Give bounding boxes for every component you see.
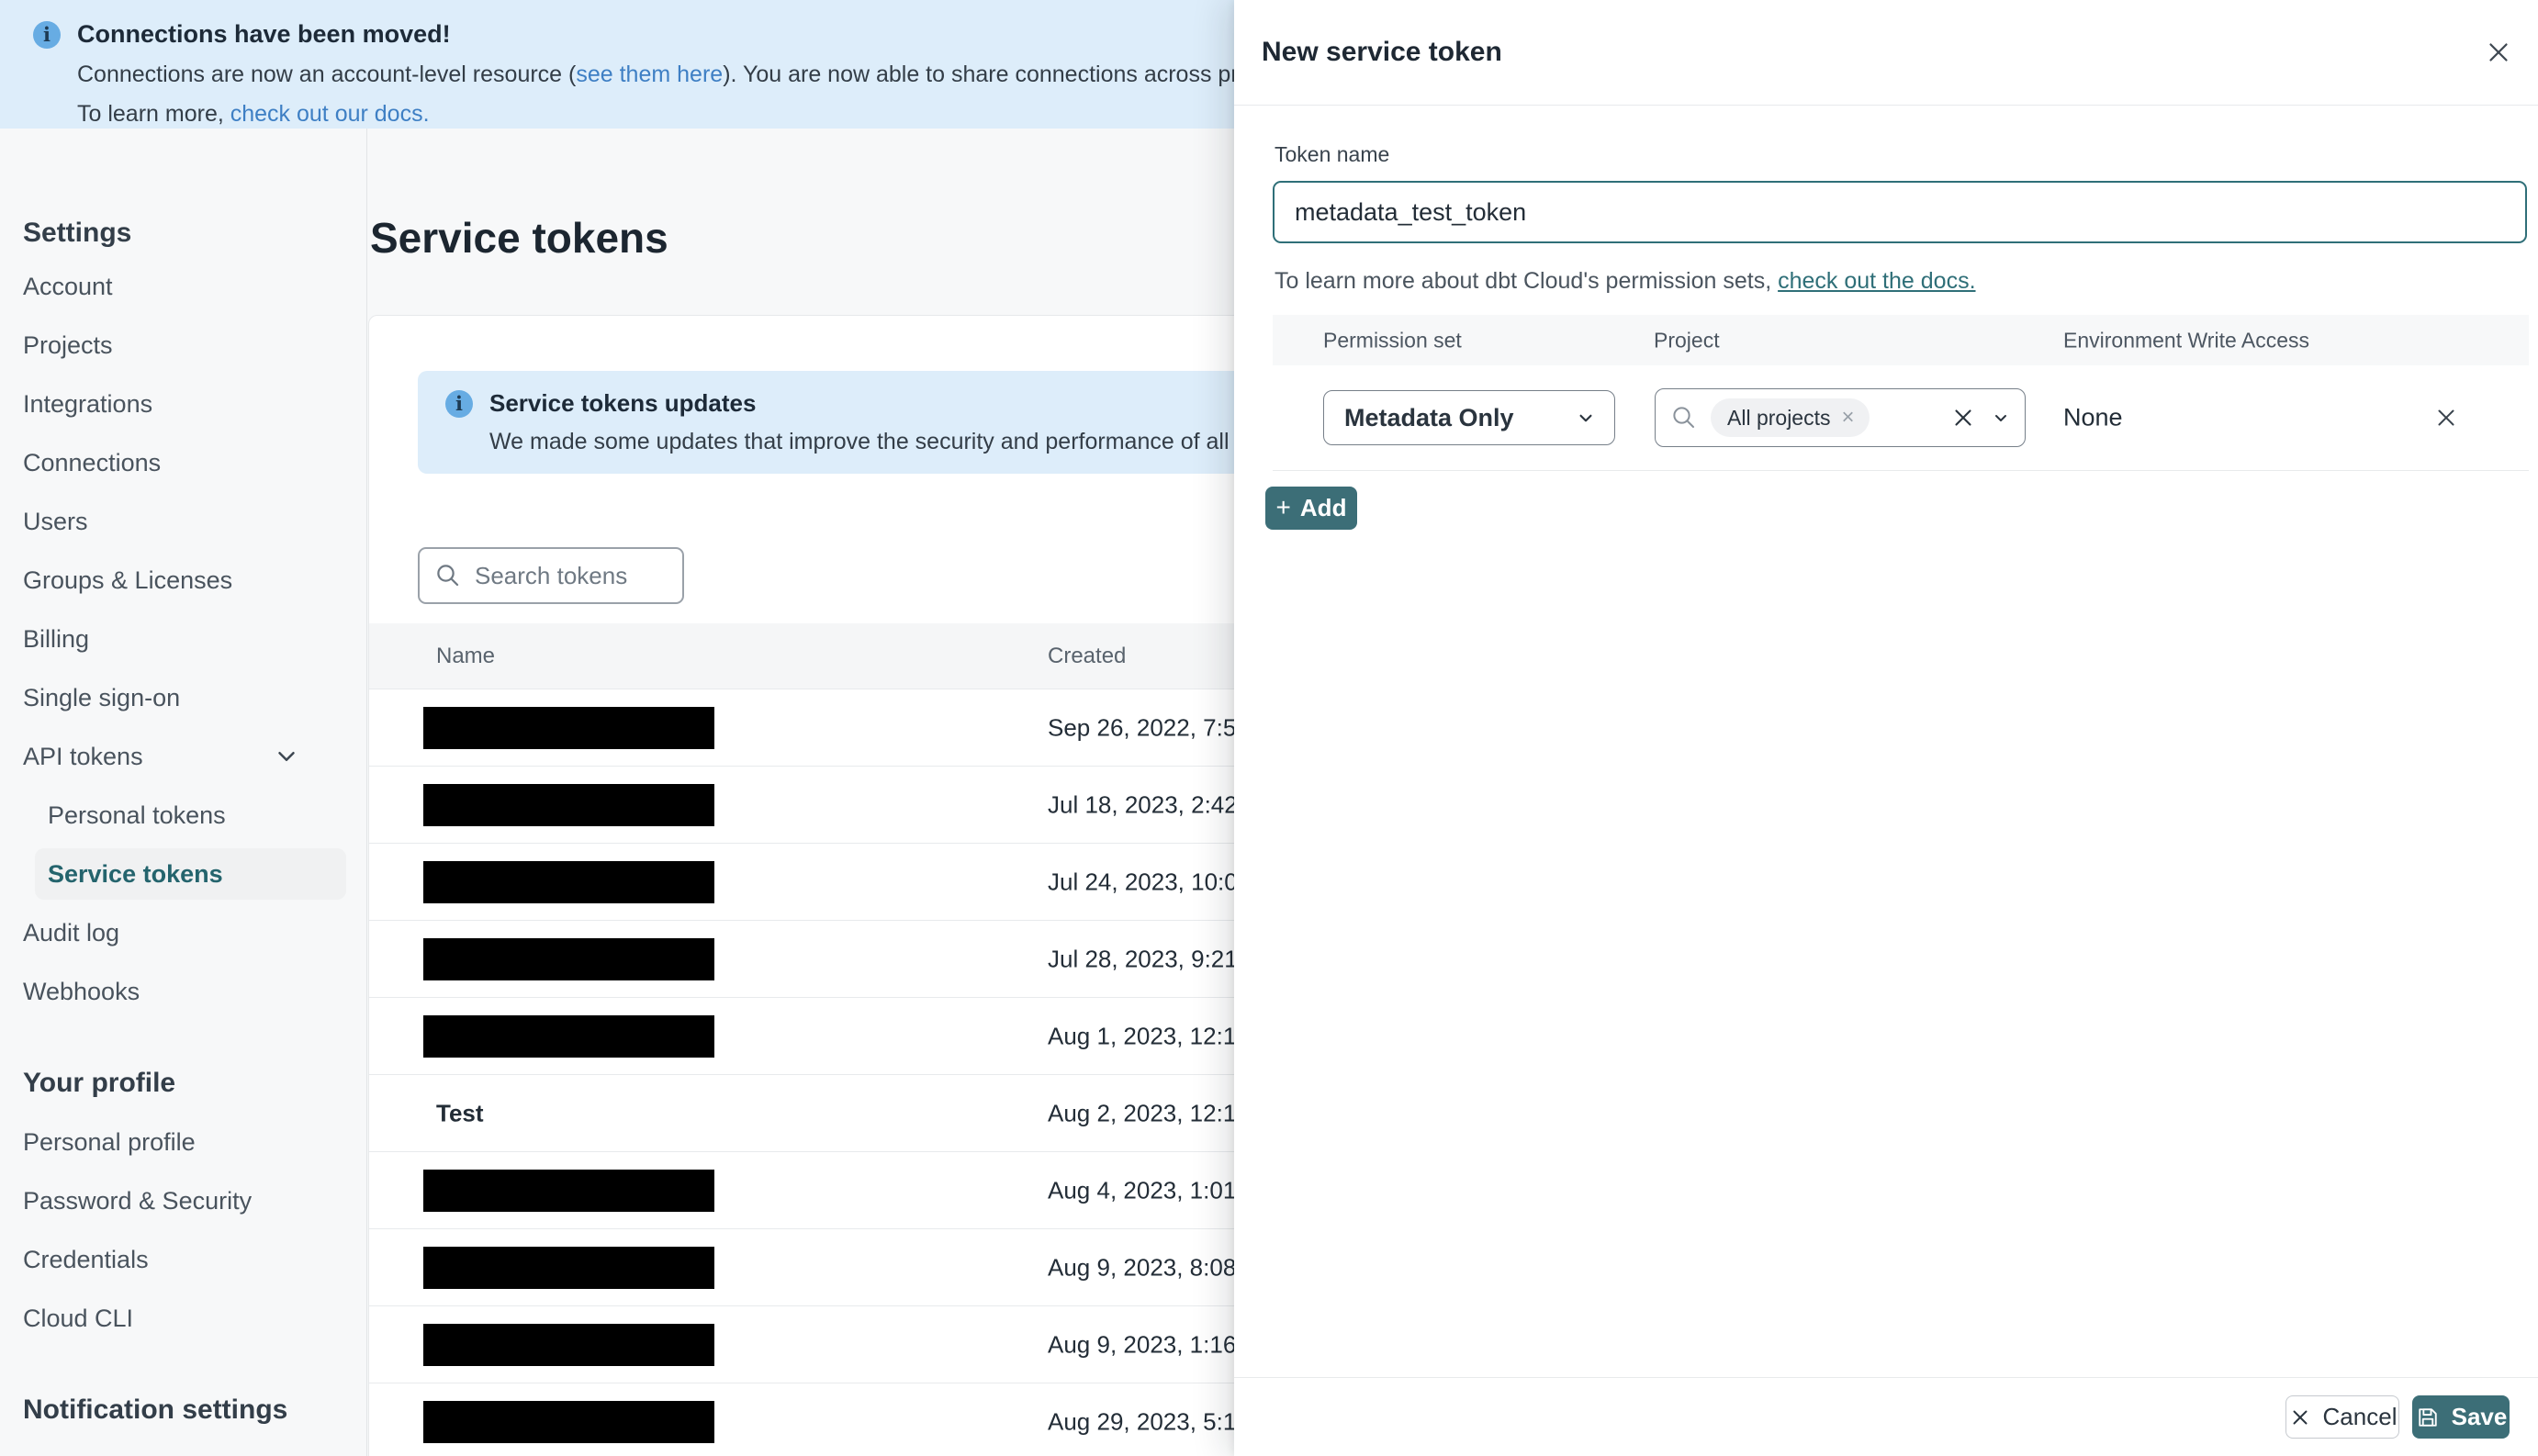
drawer-header: New service token: [1234, 0, 2538, 106]
page-title: Service tokens: [370, 214, 668, 262]
chevron-down-icon: [273, 743, 300, 770]
sidebar-item-service-tokens[interactable]: Service tokens: [35, 848, 346, 900]
column-header-created: Created: [1048, 643, 1127, 668]
add-button-label: Add: [1299, 494, 1347, 521]
settings-sidebar: Settings Account Projects Integrations C…: [0, 129, 367, 1456]
token-name-input[interactable]: [1273, 181, 2527, 243]
banner-body-prefix: Connections are now an account-level res…: [77, 62, 577, 87]
drawer-title: New service token: [1262, 37, 1502, 67]
sidebar-heading-notification-settings: Notification settings: [23, 1394, 288, 1425]
column-header-project: Project: [1654, 328, 1720, 352]
redacted-token-name: [423, 1324, 714, 1366]
sidebar-heading-settings: Settings: [23, 218, 132, 248]
search-icon: [1670, 404, 1698, 431]
drawer-footer: Cancel Save: [1234, 1377, 2538, 1456]
docs-line-prefix: To learn more about dbt Cloud's permissi…: [1275, 268, 1779, 294]
project-multiselect[interactable]: All projects ×: [1655, 388, 2026, 447]
chevron-down-icon: [1574, 406, 1598, 430]
sidebar-item-audit-log[interactable]: Audit log: [0, 903, 366, 962]
column-header-name: Name: [436, 643, 496, 668]
check-out-docs-link[interactable]: check out the docs.: [1778, 268, 1975, 294]
search-tokens-input[interactable]: [475, 561, 658, 590]
search-tokens-box[interactable]: [418, 547, 684, 604]
permission-row: Metadata Only All projects × None: [1273, 365, 2529, 471]
token-name-label: Token name: [1275, 142, 1390, 166]
redacted-token-name: [423, 1170, 714, 1212]
search-icon: [434, 562, 462, 589]
permission-docs-line: To learn more about dbt Cloud's permissi…: [1275, 268, 1976, 295]
alert-title: Service tokens updates: [489, 389, 757, 417]
save-button-label: Save: [2451, 1403, 2508, 1430]
permission-set-value: Metadata Only: [1344, 403, 1514, 431]
redacted-token-name: [423, 707, 714, 749]
token-name-cell: Test: [436, 1099, 484, 1126]
environment-write-access-value: None: [2063, 403, 2123, 431]
redacted-token-name: [423, 1015, 714, 1058]
cancel-button-label: Cancel: [2322, 1403, 2398, 1430]
column-header-environment-write-access: Environment Write Access: [2063, 328, 2310, 352]
banner-title: Connections have been moved!: [77, 20, 451, 48]
info-circle-icon: i: [445, 389, 473, 418]
save-disk-icon: [2415, 1405, 2441, 1430]
redacted-token-name: [423, 1247, 714, 1289]
sidebar-item-cloud-cli[interactable]: Cloud CLI: [0, 1289, 366, 1348]
chevron-down-icon[interactable]: [1990, 407, 2012, 429]
close-icon: [2288, 1406, 2312, 1429]
sidebar-item-billing[interactable]: Billing: [0, 610, 366, 668]
sidebar-item-personal-profile[interactable]: Personal profile: [0, 1113, 366, 1171]
sidebar-heading-your-profile: Your profile: [23, 1068, 176, 1098]
redacted-token-name: [423, 1401, 714, 1443]
info-circle-icon: i: [33, 20, 61, 49]
chip-label: All projects: [1727, 405, 1831, 430]
project-chip-all-projects[interactable]: All projects ×: [1711, 398, 1870, 437]
permission-set-select[interactable]: Metadata Only: [1323, 390, 1615, 445]
sidebar-item-credentials[interactable]: Credentials: [0, 1230, 366, 1289]
sidebar-item-label: API tokens: [23, 742, 143, 770]
see-them-here-link[interactable]: see them here: [576, 62, 723, 87]
sidebar-item-groups-licenses[interactable]: Groups & Licenses: [0, 551, 366, 610]
sidebar-item-account[interactable]: Account: [0, 257, 366, 316]
sidebar-item-connections[interactable]: Connections: [0, 433, 366, 492]
save-button[interactable]: Save: [2412, 1395, 2510, 1439]
sidebar-item-integrations[interactable]: Integrations: [0, 375, 366, 433]
clear-selection-icon[interactable]: [1949, 404, 1977, 431]
sidebar-item-api-tokens[interactable]: API tokens: [0, 727, 366, 786]
redacted-token-name: [423, 784, 714, 826]
cancel-button[interactable]: Cancel: [2285, 1395, 2399, 1439]
new-service-token-drawer: New service token Token name To learn mo…: [1234, 0, 2538, 1456]
sidebar-item-users[interactable]: Users: [0, 492, 366, 551]
chip-remove-icon[interactable]: ×: [1841, 407, 1854, 429]
redacted-token-name: [423, 861, 714, 903]
sidebar-item-webhooks[interactable]: Webhooks: [0, 962, 366, 1021]
close-icon[interactable]: [2479, 33, 2518, 72]
column-header-permission-set: Permission set: [1323, 328, 1462, 352]
redacted-token-name: [423, 938, 714, 980]
plus-icon: +: [1275, 492, 1291, 521]
sidebar-item-personal-tokens[interactable]: Personal tokens: [0, 786, 366, 845]
sidebar-item-projects[interactable]: Projects: [0, 316, 366, 375]
sidebar-item-single-sign-on[interactable]: Single sign-on: [0, 668, 366, 727]
permissions-table-header: Permission set Project Environment Write…: [1273, 315, 2529, 365]
check-docs-link[interactable]: check out our docs.: [230, 101, 430, 127]
remove-row-icon[interactable]: [2428, 399, 2465, 436]
sidebar-item-password-security[interactable]: Password & Security: [0, 1171, 366, 1230]
banner-footer-prefix: To learn more,: [77, 101, 230, 127]
add-permission-button[interactable]: + Add: [1265, 487, 1357, 530]
